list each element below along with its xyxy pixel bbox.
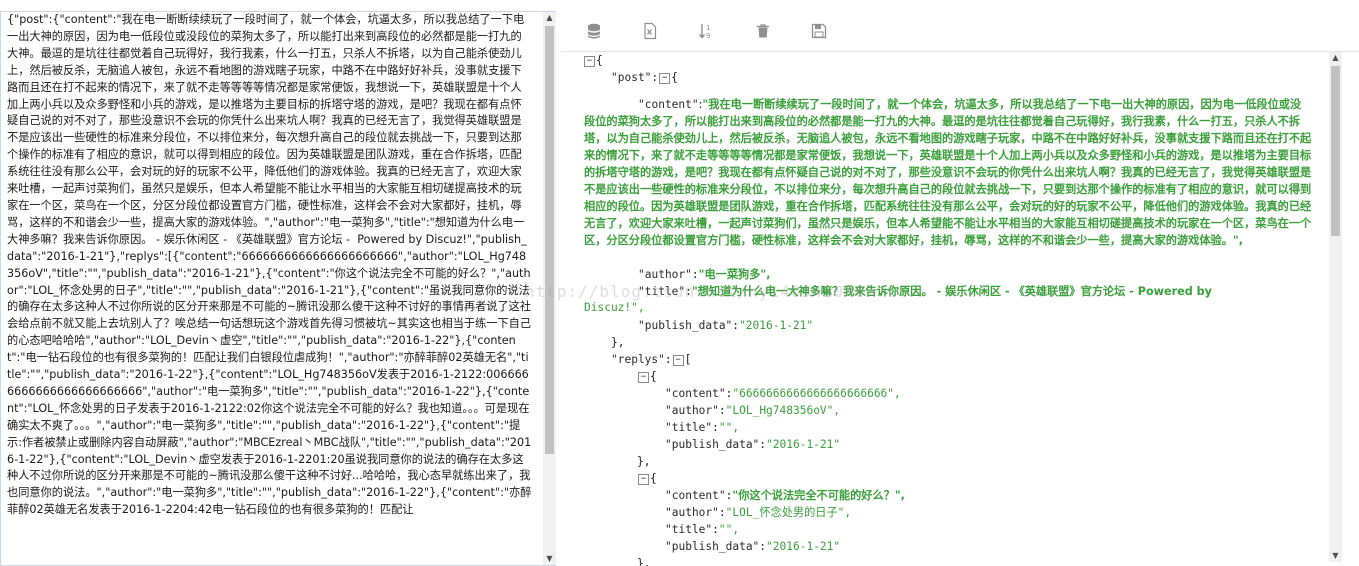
database-icon[interactable] bbox=[585, 22, 603, 40]
svg-text:9: 9 bbox=[706, 32, 710, 40]
reply-row: "content":"你这个说法完全不可能的好么？", bbox=[665, 489, 905, 502]
sort-icon[interactable]: 1 9 bbox=[698, 22, 716, 40]
post-publish-value: "2016-1-21" bbox=[739, 319, 814, 332]
reply-row: "title":"", bbox=[665, 421, 740, 434]
raw-json-text[interactable]: {"post":{"content":"我在电一断断续续玩了一段时间了，就一个体… bbox=[7, 12, 532, 565]
reply-row: "publish_data":"2016-1-21" bbox=[665, 540, 841, 553]
collapse-reply-1-icon[interactable]: − bbox=[638, 473, 649, 485]
reply-row: "content":"6666666666666666666666", bbox=[665, 387, 901, 400]
reply-row: "author":"LOL_Hg748356oV", bbox=[665, 404, 841, 417]
collapse-root-icon[interactable]: − bbox=[584, 55, 595, 67]
scroll-up-arrow-icon[interactable]: ▲ bbox=[543, 12, 556, 24]
save-icon[interactable] bbox=[810, 22, 828, 40]
tree-scrollbar[interactable]: ▲ ▼ bbox=[1329, 52, 1342, 562]
scroll-thumb[interactable] bbox=[545, 26, 554, 454]
collapse-replys-icon[interactable]: − bbox=[672, 354, 684, 366]
post-content-node: "content":"我在电一断断续续玩了一段时间了，就一个体会，坑逼太多，所以… bbox=[584, 98, 1312, 247]
reply-row: "publish_data":"2016-1-21" bbox=[665, 438, 841, 451]
reply-row: "title":"", bbox=[665, 523, 740, 536]
scroll-down-arrow-icon[interactable]: ▼ bbox=[1329, 550, 1342, 562]
excel-export-icon[interactable] bbox=[641, 22, 659, 40]
reply-row: "author":"LOL_怀念处男的日子", bbox=[665, 506, 852, 519]
post-author-value: "电一菜狗多", bbox=[698, 268, 771, 281]
trash-icon[interactable] bbox=[754, 22, 772, 40]
scroll-thumb[interactable] bbox=[1331, 66, 1340, 236]
post-title-wrap: Discuz!", bbox=[584, 301, 645, 314]
scroll-up-arrow-icon[interactable]: ▲ bbox=[1329, 52, 1342, 64]
json-tree: −{ "post": −{ "content":"我在电一断断续续玩了一段时间了，… bbox=[584, 54, 1312, 566]
publish-key: "publish_data" bbox=[638, 319, 733, 332]
blog-watermark: http://blog.csdn.net/hy1405430407 bbox=[525, 282, 876, 301]
raw-json-editor[interactable]: {"post":{"content":"我在电一断断续续玩了一段时间了，就一个体… bbox=[0, 11, 556, 566]
content-key: "content" bbox=[638, 98, 699, 111]
collapse-post-icon[interactable]: − bbox=[659, 72, 671, 84]
svg-text:1: 1 bbox=[706, 24, 710, 32]
scroll-down-arrow-icon[interactable]: ▼ bbox=[543, 553, 556, 565]
viewer-toolbar: 1 9 bbox=[561, 11, 1359, 52]
post-content-value: "我在电一断断续续玩了一段时间了，就一个体会，坑逼太多，所以我总结了一下电一出大… bbox=[584, 98, 1312, 247]
replys-key: "replys" bbox=[611, 353, 665, 366]
post-key: "post" bbox=[611, 71, 652, 84]
collapse-reply-0-icon[interactable]: − bbox=[638, 371, 649, 383]
author-key: "author" bbox=[638, 268, 692, 281]
